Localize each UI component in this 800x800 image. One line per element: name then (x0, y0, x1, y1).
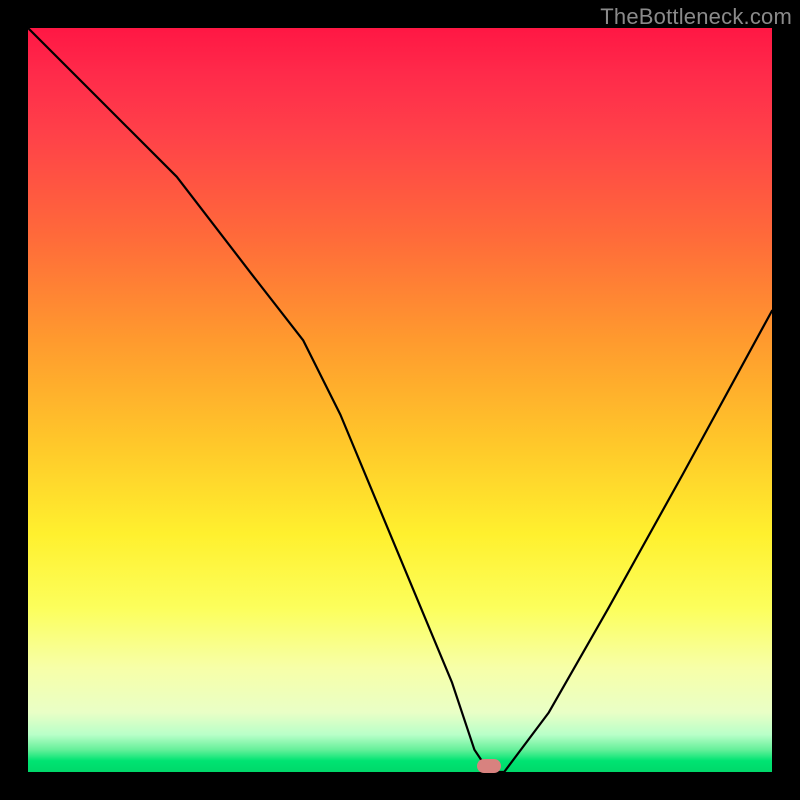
minimum-marker (477, 759, 501, 773)
plot-area (28, 28, 772, 772)
bottleneck-curve (28, 28, 772, 772)
watermark-text: TheBottleneck.com (600, 4, 792, 30)
chart-stage: TheBottleneck.com (0, 0, 800, 800)
